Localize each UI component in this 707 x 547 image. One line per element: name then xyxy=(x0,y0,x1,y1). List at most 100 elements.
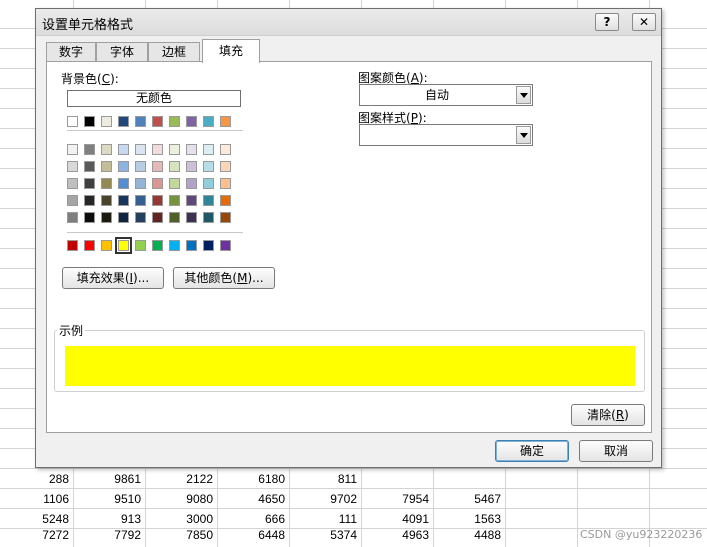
help-button[interactable]: ? xyxy=(595,13,619,31)
cell[interactable] xyxy=(433,469,505,489)
color-swatch-theme-5[interactable] xyxy=(152,116,163,127)
color-swatch-shade3-2[interactable] xyxy=(101,178,112,189)
pattern-color-dropdown[interactable]: 自动 xyxy=(359,84,533,106)
cell[interactable] xyxy=(361,469,433,489)
cell[interactable]: 7792 xyxy=(73,525,145,545)
color-swatch-shade5-2[interactable] xyxy=(101,212,112,223)
cell[interactable]: 7954 xyxy=(361,489,433,509)
color-swatch-shade3-5[interactable] xyxy=(152,178,163,189)
color-swatch-standard-4[interactable] xyxy=(135,240,146,251)
color-swatch-shade4-2[interactable] xyxy=(101,195,112,206)
pattern-style-dropdown[interactable] xyxy=(359,124,533,146)
color-swatch-shade3-3[interactable] xyxy=(118,178,129,189)
color-swatch-shade5-5[interactable] xyxy=(152,212,163,223)
color-swatch-shade1-1[interactable] xyxy=(84,144,95,155)
color-swatch-shade4-6[interactable] xyxy=(169,195,180,206)
color-swatch-shade5-0[interactable] xyxy=(67,212,78,223)
color-swatch-shade4-4[interactable] xyxy=(135,195,146,206)
color-swatch-shade1-0[interactable] xyxy=(67,144,78,155)
color-swatch-shade1-8[interactable] xyxy=(203,144,214,155)
cell[interactable]: 4488 xyxy=(433,525,505,545)
color-swatch-standard-8[interactable] xyxy=(203,240,214,251)
cell[interactable]: 4963 xyxy=(361,525,433,545)
color-swatch-shade2-6[interactable] xyxy=(169,161,180,172)
color-swatch-shade3-9[interactable] xyxy=(220,178,231,189)
color-swatch-shade3-8[interactable] xyxy=(203,178,214,189)
color-swatch-standard-9[interactable] xyxy=(220,240,231,251)
color-swatch-shade3-4[interactable] xyxy=(135,178,146,189)
color-swatch-shade1-3[interactable] xyxy=(118,144,129,155)
color-swatch-shade2-7[interactable] xyxy=(186,161,197,172)
cell[interactable]: 7272 xyxy=(0,525,73,545)
color-swatch-shade1-9[interactable] xyxy=(220,144,231,155)
color-swatch-theme-0[interactable] xyxy=(67,116,78,127)
color-swatch-shade5-1[interactable] xyxy=(84,212,95,223)
color-swatch-shade4-7[interactable] xyxy=(186,195,197,206)
color-swatch-theme-2[interactable] xyxy=(101,116,112,127)
cell[interactable]: 6180 xyxy=(217,469,289,489)
cell[interactable]: 6448 xyxy=(217,525,289,545)
cell[interactable]: 811 xyxy=(289,469,361,489)
cell[interactable]: 5374 xyxy=(289,525,361,545)
cell[interactable]: 1106 xyxy=(0,489,73,509)
color-swatch-shade2-8[interactable] xyxy=(203,161,214,172)
color-swatch-shade4-1[interactable] xyxy=(84,195,95,206)
color-swatch-standard-7[interactable] xyxy=(186,240,197,251)
cell[interactable]: 9080 xyxy=(145,489,217,509)
color-swatch-shade2-9[interactable] xyxy=(220,161,231,172)
cancel-button[interactable]: 取消 xyxy=(579,440,653,462)
cell[interactable]: 5467 xyxy=(433,489,505,509)
color-swatch-shade2-1[interactable] xyxy=(84,161,95,172)
tab-font[interactable]: 字体 xyxy=(96,42,148,62)
color-swatch-shade1-4[interactable] xyxy=(135,144,146,155)
color-swatch-shade1-6[interactable] xyxy=(169,144,180,155)
cell[interactable]: 9861 xyxy=(73,469,145,489)
color-swatch-theme-8[interactable] xyxy=(203,116,214,127)
color-swatch-shade3-1[interactable] xyxy=(84,178,95,189)
no-color-button[interactable]: 无颜色 xyxy=(67,90,241,107)
color-swatch-standard-0[interactable] xyxy=(67,240,78,251)
color-swatch-shade2-5[interactable] xyxy=(152,161,163,172)
color-swatch-shade5-8[interactable] xyxy=(203,212,214,223)
color-swatch-theme-1[interactable] xyxy=(84,116,95,127)
color-swatch-shade1-7[interactable] xyxy=(186,144,197,155)
cell[interactable]: 288 xyxy=(0,469,73,489)
color-swatch-shade2-3[interactable] xyxy=(118,161,129,172)
tab-number[interactable]: 数字 xyxy=(46,42,96,62)
title-bar[interactable]: 设置单元格格式 ? ✕ xyxy=(36,9,661,36)
color-swatch-shade5-4[interactable] xyxy=(135,212,146,223)
cell[interactable]: 9510 xyxy=(73,489,145,509)
color-swatch-standard-2[interactable] xyxy=(101,240,112,251)
color-swatch-shade4-3[interactable] xyxy=(118,195,129,206)
cell[interactable]: 4650 xyxy=(217,489,289,509)
color-swatch-shade2-0[interactable] xyxy=(67,161,78,172)
color-swatch-shade4-5[interactable] xyxy=(152,195,163,206)
more-colors-button[interactable]: 其他颜色(M)... xyxy=(173,267,275,289)
cell[interactable]: 7850 xyxy=(145,525,217,545)
color-swatch-shade5-7[interactable] xyxy=(186,212,197,223)
color-swatch-theme-9[interactable] xyxy=(220,116,231,127)
cell[interactable]: 2122 xyxy=(145,469,217,489)
color-swatch-theme-3[interactable] xyxy=(118,116,129,127)
color-swatch-shade2-4[interactable] xyxy=(135,161,146,172)
tab-border[interactable]: 边框 xyxy=(148,42,200,62)
color-swatch-shade4-9[interactable] xyxy=(220,195,231,206)
color-swatch-shade1-5[interactable] xyxy=(152,144,163,155)
color-swatch-shade4-0[interactable] xyxy=(67,195,78,206)
color-swatch-shade5-3[interactable] xyxy=(118,212,129,223)
color-swatch-standard-6[interactable] xyxy=(169,240,180,251)
color-swatch-shade2-2[interactable] xyxy=(101,161,112,172)
chevron-down-icon[interactable] xyxy=(516,86,531,104)
color-swatch-theme-7[interactable] xyxy=(186,116,197,127)
color-swatch-theme-4[interactable] xyxy=(135,116,146,127)
color-swatch-theme-6[interactable] xyxy=(169,116,180,127)
ok-button[interactable]: 确定 xyxy=(495,440,569,462)
color-swatch-shade3-0[interactable] xyxy=(67,178,78,189)
clear-button[interactable]: 清除(R) xyxy=(571,404,645,426)
color-swatch-shade5-6[interactable] xyxy=(169,212,180,223)
color-swatch-shade1-2[interactable] xyxy=(101,144,112,155)
color-swatch-shade5-9[interactable] xyxy=(220,212,231,223)
color-swatch-standard-1[interactable] xyxy=(84,240,95,251)
color-swatch-standard-5[interactable] xyxy=(152,240,163,251)
color-swatch-shade3-7[interactable] xyxy=(186,178,197,189)
